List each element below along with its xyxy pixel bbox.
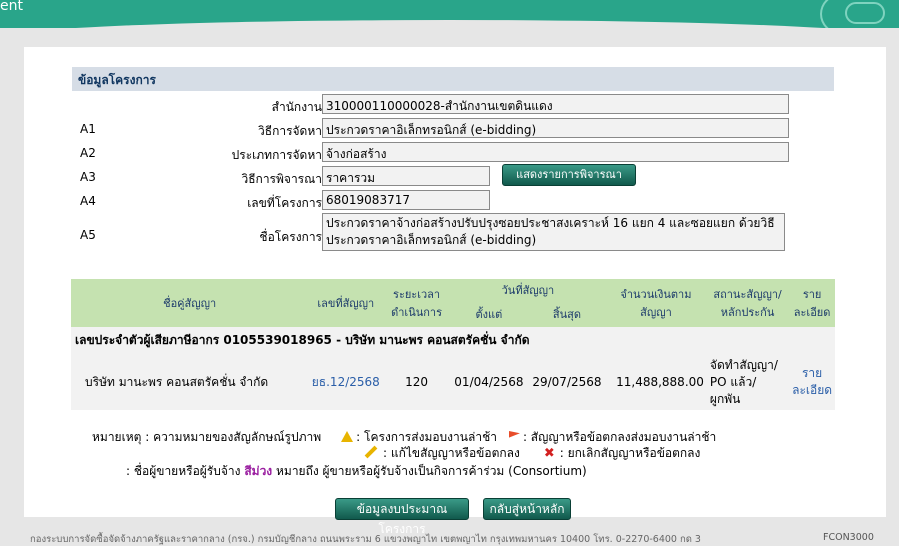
field-row-procurement-type: A2 ประเภทการจัดหา จ้างก่อสร้าง [72, 142, 834, 164]
footer-text: กองระบบการจัดซื้อจัดจ้างภาครัฐและราคากลา… [30, 534, 701, 545]
field-row-evaluation-method: A3 วิธีการพิจารณา ราคารวม แสดงรายการพิจา… [72, 164, 834, 188]
detail-link[interactable]: รายละเอียด [792, 366, 832, 397]
col-header-from: ตั้งแต่ [449, 301, 528, 327]
legend-title: หมายเหตุ : ความหมายของสัญลักษณ์รูปภาพ [92, 430, 322, 444]
field-code: A3 [80, 170, 96, 184]
field-code: A1 [80, 122, 96, 136]
project-number-field: 68019083717 [322, 190, 490, 210]
banner-decoration-inner [845, 2, 885, 24]
flag-icon [508, 431, 520, 438]
field-code: A4 [80, 194, 96, 208]
project-name-field: ประกวดราคาจ้างก่อสร้างปรับปรุงซอยประชาสง… [322, 213, 785, 251]
cell-status: จัดทำสัญญา/ PO แล้ว/ ผูกพัน [705, 354, 790, 410]
field-label: เลขที่โครงการ [247, 196, 322, 210]
contracts-table: ชื่อคู่สัญญา เลขที่สัญญา ระยะเวลาดำเนินก… [71, 279, 835, 410]
cell-party: บริษัท มานะพร คอนสตรัคชั่น จำกัด [71, 354, 309, 410]
col-header-detail: รายละเอียด [789, 279, 835, 327]
cancel-x-icon: ✖ [543, 446, 555, 461]
cell-amount: 11,488,888.00 [605, 354, 706, 410]
field-row-procurement-method: A1 วิธีการจัดหา ประกวดราคาอิเล็กทรอนิกส์… [72, 118, 834, 140]
vendor-line: เลขประจำตัวผู้เสียภาษีอากร 0105539018965… [71, 327, 835, 354]
legend-line-2: : แก้ไขสัญญาหรือข้อตกลง ✖ : ยกเลิกสัญญาหรื… [364, 444, 700, 463]
col-header-contract-date: วันที่สัญญา [449, 279, 606, 301]
col-header-to: สิ้นสุด [527, 301, 606, 327]
warning-icon [341, 431, 354, 442]
legend-late-project: : โครงการส่งมอบงานล่าช้า [356, 430, 497, 444]
footer: กองระบบการจัดซื้อจัดจ้างภาครัฐและราคากลา… [30, 532, 899, 546]
banner-wave [0, 20, 899, 28]
pencil-icon [364, 445, 378, 459]
col-header-duration: ระยะเวลาดำเนินการ [383, 279, 450, 327]
col-header-amount: จำนวนเงินตามสัญญา [605, 279, 706, 327]
col-header-contract-no: เลขที่สัญญา [308, 279, 384, 327]
table-row: บริษัท มานะพร คอนสตรัคชั่น จำกัด ยธ.12/2… [71, 354, 835, 410]
legend-cancel-contract: : ยกเลิกสัญญาหรือข้อตกลง [559, 446, 701, 460]
field-row-project-number: A4 เลขที่โครงการ 68019083717 [72, 190, 834, 212]
office-field: 310000110000028-สำนักงานเขตดินแดง [322, 94, 789, 114]
cell-duration: 120 [383, 354, 450, 410]
banner-text: ent [0, 0, 23, 14]
cell-to: 29/07/2568 [527, 354, 606, 410]
section-title: ข้อมูลโครงการ [72, 67, 834, 91]
legend-late-contract: : สัญญาหรือข้อตกลงส่งมอบงานล่าช้า [522, 430, 717, 444]
field-label: วิธีการพิจารณา [241, 172, 322, 186]
col-header-status: สถานะสัญญา/หลักประกัน [705, 279, 790, 327]
contract-number-link[interactable]: ยธ.12/2568 [312, 375, 380, 389]
budget-info-button[interactable]: ข้อมูลงบประมาณโครงการ [335, 498, 469, 536]
field-label: วิธีการจัดหา [258, 124, 322, 138]
evaluation-method-field: ราคารวม [322, 166, 490, 186]
field-code: A5 [80, 228, 96, 242]
legend-edit-contract: : แก้ไขสัญญาหรือข้อตกลง [383, 446, 520, 460]
field-code: A2 [80, 146, 96, 160]
legend-line-3: : ชื่อผู้ขายหรือผู้รับจ้าง สีม่วง หมายถึ… [126, 462, 587, 481]
back-to-main-button[interactable]: กลับสู่หน้าหลัก [483, 498, 571, 520]
vendor-row: เลขประจำตัวผู้เสียภาษีอากร 0105539018965… [71, 327, 835, 354]
cell-from: 01/04/2568 [449, 354, 528, 410]
field-label: สำนักงาน [271, 100, 322, 114]
legend-consortium-prefix: : ชื่อผู้ขายหรือผู้รับจ้าง [126, 464, 241, 478]
field-row-office: สำนักงาน 310000110000028-สำนักงานเขตดินแ… [72, 94, 834, 116]
field-row-project-name: A5 ชื่อโครงการ ประกวดราคาจ้างก่อสร้างปรั… [72, 213, 834, 253]
legend-consortium-suffix: หมายถึง ผู้ขายหรือผู้รับจ้างเป็นกิจการค้… [276, 464, 587, 478]
field-label: ชื่อโครงการ [259, 230, 322, 244]
col-header-party: ชื่อคู่สัญญา [71, 279, 309, 327]
field-label: ประเภทการจัดหา [231, 148, 322, 162]
procurement-method-field: ประกวดราคาอิเล็กทรอนิกส์ (e-bidding) [322, 118, 789, 138]
page-code: FCON3000 [823, 532, 874, 543]
show-criteria-button[interactable]: แสดงรายการพิจารณา [502, 164, 636, 186]
procurement-type-field: จ้างก่อสร้าง [322, 142, 789, 162]
legend-consortium-color: สีม่วง [244, 464, 273, 478]
top-banner: ent [0, 0, 899, 28]
